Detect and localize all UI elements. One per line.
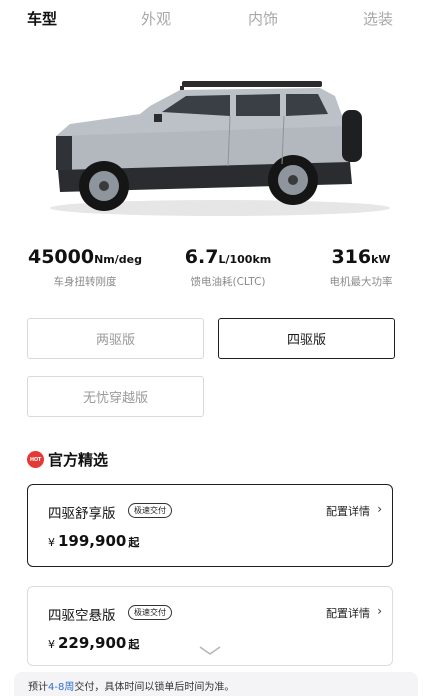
trim-price: ¥199,900 起 — [48, 532, 139, 550]
spec-label: 车身扭转刚度 — [53, 276, 117, 288]
spec-value: 45000Nm/deg — [20, 246, 150, 268]
trim-price: ¥229,900 起 — [48, 634, 139, 652]
hot-icon: HOT — [27, 451, 44, 468]
price-suffix: 起 — [128, 536, 140, 549]
delivery-note-prefix: 预计 — [28, 682, 48, 693]
tab-model[interactable]: 车型 — [27, 8, 57, 29]
spec-number: 316 — [331, 246, 372, 268]
currency-symbol: ¥ — [48, 536, 55, 549]
spec-row: 45000Nm/deg 车身扭转刚度 6.7L/100km 馈电油耗(CLTC)… — [0, 246, 426, 296]
option-worry-free-button[interactable]: 无忧穿越版 — [27, 376, 204, 417]
fast-delivery-badge: 极速交付 — [128, 605, 172, 620]
tab-interior[interactable]: 内饰 — [248, 8, 278, 29]
section-title-text: 官方精选 — [48, 451, 109, 469]
trim-name: 四驱舒享版 — [48, 506, 116, 522]
chevron-down-icon[interactable] — [198, 644, 222, 658]
currency-symbol: ¥ — [48, 638, 55, 651]
price-value: 229,900 — [58, 634, 127, 652]
spec-unit: kW — [371, 253, 391, 266]
spec-torsional-stiffness: 45000Nm/deg 车身扭转刚度 — [20, 246, 150, 289]
spec-number: 6.7 — [184, 246, 219, 268]
delivery-note: 预计4-8周交付，具体时间以锁单后时间为准。 — [14, 672, 418, 696]
price-value: 199,900 — [58, 532, 127, 550]
spec-value: 316kW — [306, 246, 416, 268]
section-title: HOT 官方精选 — [27, 449, 108, 470]
trim-card-comfort[interactable]: 四驱舒享版 极速交付 配置详情 › ¥199,900 起 — [27, 484, 393, 567]
fast-delivery-badge: 极速交付 — [128, 503, 172, 518]
config-details-link[interactable]: 配置详情 — [326, 605, 370, 621]
option-4wd-button[interactable]: 四驱版 — [218, 318, 395, 359]
spec-unit: L/100km — [218, 253, 272, 266]
spec-fuel-consumption: 6.7L/100km 馈电油耗(CLTC) — [168, 246, 288, 289]
spec-value: 6.7L/100km — [168, 246, 288, 268]
option-2wd-button[interactable]: 两驱版 — [27, 318, 204, 359]
spec-unit: Nm/deg — [94, 253, 142, 266]
delivery-note-text: 交付，具体时间以锁单后时间为准。 — [74, 682, 235, 693]
spec-label: 馈电油耗(CLTC) — [190, 276, 266, 288]
chevron-right-icon[interactable]: › — [377, 604, 382, 618]
tab-options[interactable]: 选装 — [363, 8, 393, 29]
delivery-weeks: 4-8周 — [48, 682, 75, 693]
config-details-link[interactable]: 配置详情 — [326, 503, 370, 519]
spec-label: 电机最大功率 — [329, 276, 393, 288]
tab-bar: 车型 外观 内饰 选装 — [0, 0, 426, 38]
car-image — [30, 66, 390, 226]
tab-exterior[interactable]: 外观 — [141, 8, 171, 29]
spec-motor-power: 316kW 电机最大功率 — [306, 246, 416, 289]
trim-name: 四驱空悬版 — [48, 608, 116, 624]
chevron-right-icon[interactable]: › — [377, 502, 382, 516]
spec-number: 45000 — [27, 246, 95, 268]
price-suffix: 起 — [128, 638, 140, 651]
